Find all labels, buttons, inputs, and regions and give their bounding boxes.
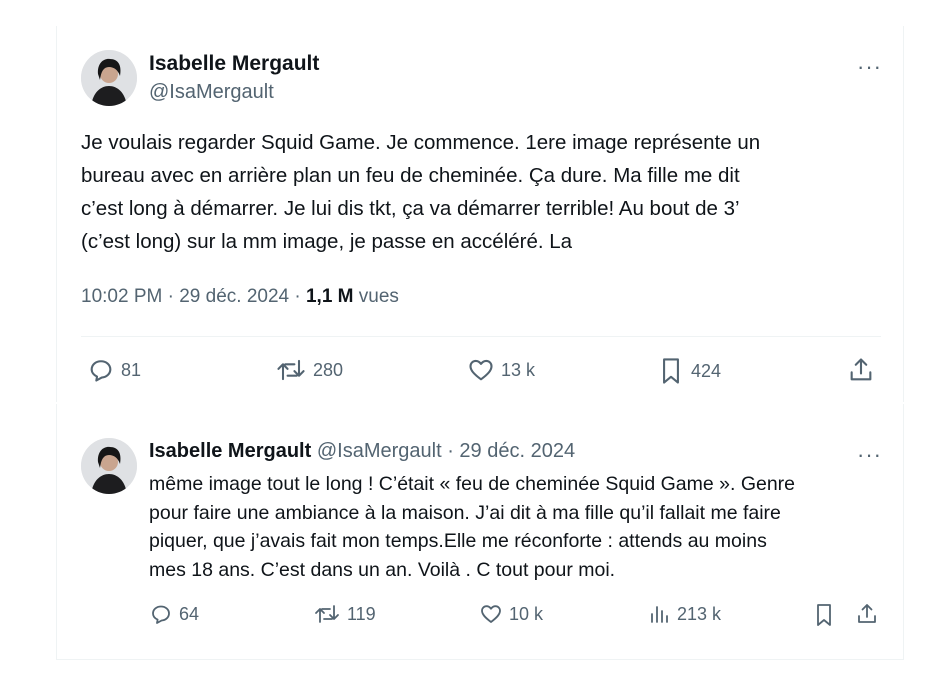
views-icon: [651, 606, 668, 623]
like-count: 10 k: [509, 603, 544, 624]
meta-separator: ·: [167, 286, 180, 307]
tweet-text-line: mes 18 ans. C’est dans un an. Voilà . C …: [149, 558, 616, 581]
bookmark-icon: [817, 604, 831, 626]
tweet-meta: 10:02 PM · 29 déc. 2024 · 1,1 M vues: [81, 286, 399, 308]
bookmark-icon: [663, 358, 679, 384]
reply-header: Isabelle Mergault @IsaMergault · 29 déc.…: [149, 440, 575, 463]
meta-separator: ·: [294, 286, 306, 307]
like-icon: [469, 359, 493, 381]
tweet-text-line: bureau avec en arrière plan un feu de ch…: [81, 164, 740, 187]
avatar[interactable]: [81, 50, 137, 106]
share-icon: [850, 358, 872, 381]
repost-count: 119: [347, 603, 376, 624]
more-icon[interactable]: ···: [857, 444, 882, 466]
tweet-date[interactable]: 29 déc. 2024: [179, 286, 289, 307]
tweet-text-line: Je voulais regarder Squid Game. Je comme…: [81, 131, 761, 154]
repost-count: 280: [313, 359, 344, 380]
meta-separator: ·: [447, 440, 460, 462]
bookmark-button[interactable]: [812, 602, 836, 628]
reply-icon: [90, 360, 112, 382]
author-handle[interactable]: @IsaMergault: [149, 81, 274, 104]
reply-count: 64: [179, 603, 200, 624]
author-name[interactable]: Isabelle Mergault: [149, 440, 311, 462]
repost-button[interactable]: 280: [275, 356, 343, 384]
reply-count: 81: [121, 359, 142, 380]
reply-button[interactable]: 64: [149, 602, 199, 626]
tweet-time[interactable]: 10:02 PM: [81, 286, 162, 307]
reply-button[interactable]: 81: [87, 356, 141, 384]
tweet-text: même image tout le long ! C’était « feu …: [149, 470, 889, 584]
tweet-text-line: piquer, que j’avais fait mon temps.Elle …: [149, 530, 767, 552]
bookmark-button[interactable]: 424: [657, 356, 721, 386]
bookmark-count: 424: [691, 360, 722, 381]
share-button[interactable]: [847, 356, 875, 384]
author-name[interactable]: Isabelle Mergault: [149, 52, 319, 76]
like-icon: [481, 605, 501, 623]
share-icon: [858, 604, 876, 623]
author-handle[interactable]: @IsaMergault: [317, 440, 442, 462]
more-icon[interactable]: ···: [857, 56, 882, 78]
views-count: 1,1 M: [305, 286, 354, 307]
avatar[interactable]: [81, 438, 137, 494]
like-button[interactable]: 10 k: [479, 602, 543, 626]
tweet-text-line: (c’est long) sur la mm image, je passe e…: [81, 230, 573, 253]
tweet-text: Je voulais regarder Squid Game. Je comme…: [81, 126, 881, 258]
views-count: 213 k: [677, 603, 722, 624]
main-tweet: Isabelle Mergault @IsaMergault ··· Je vo…: [56, 26, 904, 402]
tweet-date[interactable]: 29 déc. 2024: [459, 440, 575, 462]
reply-icon: [152, 605, 170, 624]
repost-button[interactable]: 119: [313, 602, 376, 626]
repost-icon: [277, 359, 305, 381]
share-button[interactable]: [855, 602, 879, 626]
like-count: 13 k: [501, 359, 536, 380]
repost-icon: [315, 605, 339, 623]
views-button[interactable]: 213 k: [647, 602, 721, 626]
tweet-text-line: même image tout le long ! C’était « feu …: [149, 473, 796, 495]
views-label: vues: [358, 286, 399, 307]
tweet-text-line: pour faire une ambiance à la maison. J’a…: [149, 501, 781, 524]
like-button[interactable]: 13 k: [467, 356, 535, 384]
tweet-text-line: c’est long à démarrer. Je lui dis tkt, ç…: [81, 197, 740, 220]
divider: [57, 659, 903, 660]
divider: [81, 336, 881, 337]
reply-tweet: Isabelle Mergault @IsaMergault · 29 déc.…: [56, 404, 904, 660]
